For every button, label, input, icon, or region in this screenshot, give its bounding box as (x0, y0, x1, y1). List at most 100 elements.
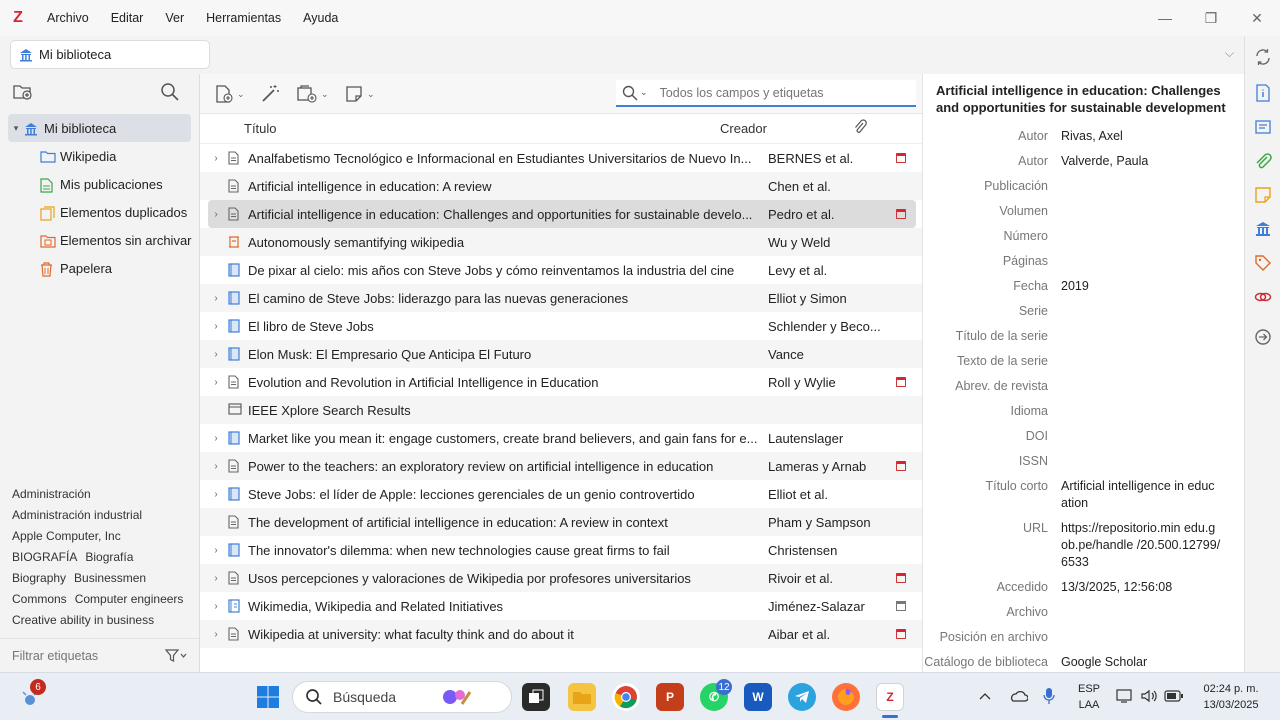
powerpoint-app[interactable]: P (656, 683, 684, 711)
menu-ayuda[interactable]: Ayuda (292, 11, 349, 25)
item-row[interactable]: › Market like you mean it: engage custome… (200, 424, 922, 452)
item-title[interactable]: Artificial intelligence in education: Ch… (936, 82, 1232, 116)
pdf-attachment-icon[interactable] (896, 153, 906, 163)
tag[interactable]: Creative ability in business (12, 613, 154, 627)
tag[interactable]: Computer engineers (75, 592, 184, 606)
tag[interactable]: BIOGRAFÍA (12, 550, 77, 564)
firefox-app[interactable] (832, 683, 860, 711)
item-row[interactable]: › The innovator's dilemma: when new techn… (200, 536, 922, 564)
add-by-identifier-button[interactable] (260, 82, 280, 106)
word-app[interactable]: W (744, 683, 772, 711)
field-value[interactable] (1061, 378, 1221, 395)
collection-item[interactable]: Elementos duplicados (0, 198, 199, 226)
search-input[interactable] (659, 85, 900, 100)
new-item-button[interactable]: ⌄ (214, 82, 245, 106)
expand-twisty-icon[interactable]: › (208, 377, 224, 388)
expand-twisty-icon[interactable]: › (208, 489, 224, 500)
pdf-attachment-icon[interactable] (896, 573, 906, 583)
field-value[interactable]: 2019 (1061, 278, 1221, 295)
expand-twisty-icon[interactable]: › (208, 601, 224, 612)
language-indicator[interactable]: ESP LAA (1072, 681, 1106, 713)
menu-herramientas[interactable]: Herramientas (195, 11, 292, 25)
onedrive-icon[interactable] (1008, 689, 1028, 703)
item-row[interactable]: › El libro de Steve Jobs Schlender y Beco.… (200, 312, 922, 340)
item-row[interactable]: Autonomously semantifying wikipedia Wu y … (200, 228, 922, 256)
pdf-attachment-icon[interactable] (896, 461, 906, 471)
field-value[interactable] (1061, 403, 1221, 420)
field-value[interactable]: Artificial intelligence in education (1061, 478, 1221, 512)
field-value[interactable] (1061, 453, 1221, 470)
tags-icon[interactable] (1254, 254, 1272, 272)
expand-twisty-icon[interactable]: › (208, 293, 224, 304)
item-row[interactable]: Artificial intelligence in education: A … (200, 172, 922, 200)
field-value[interactable] (1061, 428, 1221, 445)
pdf-attachment-icon[interactable] (896, 209, 906, 219)
field-value[interactable] (1061, 303, 1221, 320)
column-title[interactable]: Título (200, 121, 720, 136)
item-row[interactable]: › Evolution and Revolution in Artificial … (200, 368, 922, 396)
expand-twisty-icon[interactable]: › (208, 545, 224, 556)
collection-item[interactable]: Elementos sin archivar (0, 226, 199, 254)
expand-twisty-icon[interactable]: › (208, 461, 224, 472)
tag[interactable]: Businessmen (74, 571, 146, 585)
snapshot-attachment-icon[interactable] (896, 601, 906, 611)
column-creator[interactable]: Creador (720, 121, 845, 136)
collection-item[interactable]: Papelera (0, 254, 199, 282)
item-row[interactable]: › Analfabetismo Tecnológico e Informacion… (200, 144, 922, 172)
collection-item[interactable]: Mis publicaciones (0, 170, 199, 198)
tag[interactable]: Biography (12, 571, 66, 585)
field-value[interactable]: Rivas, Axel (1061, 128, 1221, 145)
item-row[interactable]: The development of artificial intelligen… (200, 508, 922, 536)
item-row[interactable]: › El camino de Steve Jobs: liderazgo para… (200, 284, 922, 312)
tag[interactable]: Commons (12, 592, 67, 606)
windows-start-icon[interactable] (256, 685, 280, 709)
field-value[interactable]: 13/3/2025, 12:56:08 (1061, 579, 1221, 596)
tag[interactable]: Apple Computer, Inc (12, 529, 121, 543)
pdf-attachment-icon[interactable] (896, 629, 906, 639)
taskbar-search[interactable]: Búsqueda (292, 681, 512, 713)
item-row[interactable]: › Steve Jobs: el líder de Apple: leccione… (200, 480, 922, 508)
expand-twisty-icon[interactable]: › (208, 349, 224, 360)
telegram-app[interactable] (788, 683, 816, 711)
expand-twisty-icon[interactable]: › (208, 433, 224, 444)
expand-twisty-icon[interactable]: › (208, 153, 224, 164)
menu-archivo[interactable]: Archivo (36, 11, 100, 25)
info-icon[interactable] (1254, 84, 1272, 102)
expand-twisty-icon[interactable]: › (208, 321, 224, 332)
locate-icon[interactable] (1254, 328, 1272, 346)
abstract-icon[interactable] (1254, 118, 1272, 136)
pdf-attachment-icon[interactable] (896, 377, 906, 387)
libraries-collections-icon[interactable] (1254, 220, 1272, 238)
item-row[interactable]: › Usos percepciones y valoraciones de Wik… (200, 564, 922, 592)
column-attachments[interactable] (845, 119, 875, 138)
expand-twisty-icon[interactable]: › (208, 629, 224, 640)
task-view-app[interactable] (522, 683, 550, 711)
field-value[interactable] (1061, 178, 1221, 195)
field-value[interactable] (1061, 629, 1221, 646)
field-value[interactable]: Google Scholar (1061, 654, 1221, 671)
chrome-app[interactable] (612, 683, 640, 711)
network-icon[interactable] (1116, 688, 1134, 704)
related-icon[interactable] (1254, 288, 1272, 306)
field-value[interactable] (1061, 604, 1221, 621)
close-button[interactable]: ✕ (1234, 0, 1280, 36)
menu-ver[interactable]: Ver (154, 11, 195, 25)
volume-icon[interactable] (1140, 688, 1158, 704)
field-value[interactable] (1061, 353, 1221, 370)
field-value[interactable] (1061, 328, 1221, 345)
tag-filter-input[interactable] (12, 648, 152, 663)
microphone-icon[interactable] (1042, 687, 1056, 705)
tabs-menu-chevron-icon[interactable]: ⌵ (1225, 46, 1234, 61)
expand-twisty-icon[interactable]: › (208, 573, 224, 584)
filter-icon[interactable] (165, 649, 187, 663)
expand-twisty-icon[interactable]: › (208, 209, 224, 220)
widgets-button[interactable]: 6 (18, 679, 46, 711)
item-row[interactable]: › Artificial intelligence in education: C… (208, 200, 916, 228)
item-row[interactable]: › Power to the teachers: an exploratory r… (200, 452, 922, 480)
collection-item[interactable]: ▾ Mi biblioteca (8, 114, 191, 142)
maximize-button[interactable]: ❐ (1188, 0, 1234, 36)
attachments-icon[interactable] (1254, 152, 1272, 170)
menu-editar[interactable]: Editar (100, 11, 155, 25)
field-value[interactable]: Valverde, Paula (1061, 153, 1221, 170)
chevron-up-icon[interactable] (978, 690, 992, 702)
